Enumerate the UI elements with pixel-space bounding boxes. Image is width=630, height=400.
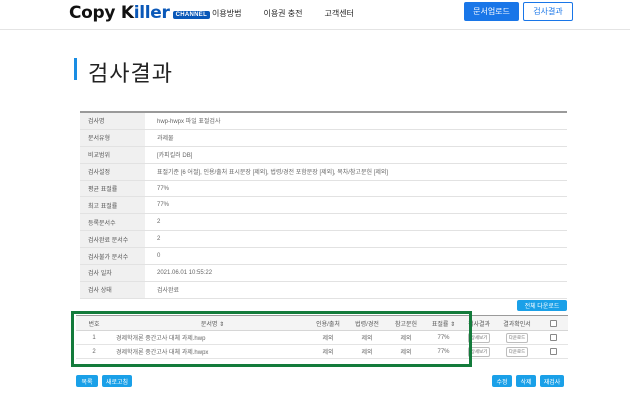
logo-channel-badge: CHANNEL — [172, 11, 211, 19]
info-row: 문서유형 과제물 — [80, 129, 567, 147]
upload-document-button[interactable]: 문서업로드 — [464, 2, 519, 21]
info-value: 77% — [157, 202, 170, 209]
refresh-button[interactable]: 새로고침 — [102, 375, 132, 387]
col-header-confirmation: 결과확인서 — [503, 321, 531, 328]
info-row: 검사 일자 2021.06.01 10:55:22 — [80, 265, 567, 282]
info-label: 검사명 — [80, 113, 145, 129]
info-value: 2 — [157, 219, 161, 226]
info-value: 2021.06.01 10:55:22 — [157, 269, 213, 276]
delete-button[interactable]: 삭제 — [516, 375, 536, 387]
select-all-checkbox[interactable] — [549, 319, 557, 327]
logo-text: Copy Killer — [69, 3, 170, 23]
info-row: 등록문서수 2 — [80, 214, 567, 232]
info-value: 77% — [157, 185, 170, 192]
info-row: 검사완료 문서수 2 — [80, 231, 567, 249]
info-value: 표절기준 [6 어절], 인용/출처 표시문장 [제외], 법령/경전 포함문장… — [157, 170, 389, 177]
info-value: 과제물 — [157, 136, 174, 143]
check-info-table: 검사명 hwp-hwpx 파일 표절검사 문서유형 과제물 비교범위 [카피킬러 DB… — [80, 111, 567, 299]
download-certificate-button[interactable]: 다운로드 — [505, 332, 529, 343]
info-row: 검사 상태 검사완료 — [80, 281, 567, 299]
top-header: Copy Killer CHANNEL 이용방법 이용권 충전 고객센터 문서업… — [0, 0, 630, 30]
select-all-cell — [538, 316, 568, 330]
info-label: 검사불가 문서수 — [80, 248, 145, 265]
info-label: 검사완료 문서수 — [80, 231, 145, 248]
main-nav: 이용방법 이용권 충전 고객센터 — [212, 8, 354, 19]
info-value: 2 — [157, 236, 161, 243]
download-certificate-button[interactable]: 다운로드 — [505, 346, 529, 357]
page-title: 검사결과 — [88, 61, 173, 86]
info-label: 등록문서수 — [80, 214, 145, 231]
row-confirmation-cell: 다운로드 — [496, 331, 538, 344]
info-value: hwp-hwpx 파일 표절검사 — [157, 119, 221, 126]
info-value: [카피킬러 DB] — [157, 153, 193, 160]
info-label: 최고 표절률 — [80, 197, 145, 214]
highlight-box — [71, 311, 472, 367]
nav-charge-ticket[interactable]: 이용권 충전 — [263, 8, 302, 19]
copykiller-logo[interactable]: Copy Killer CHANNEL — [69, 2, 211, 24]
info-row: 검사설정 표절기준 [6 어절], 인용/출처 표시문장 [제외], 법령/경전 … — [80, 163, 567, 181]
row-confirmation-cell: 다운로드 — [496, 345, 538, 358]
info-row: 비교범위 [카피킬러 DB] — [80, 146, 567, 164]
nav-how-to-use[interactable]: 이용방법 — [212, 8, 241, 19]
title-accent-bar — [74, 58, 77, 80]
info-value: 0 — [157, 253, 161, 260]
info-label: 문서유형 — [80, 129, 145, 146]
row-checkbox[interactable] — [549, 334, 557, 341]
info-row: 검사불가 문서수 0 — [80, 248, 567, 266]
list-button[interactable]: 목록 — [76, 375, 98, 387]
row-select-cell — [538, 331, 568, 344]
check-results-button[interactable]: 검사결과 — [523, 2, 573, 21]
row-checkbox[interactable] — [549, 348, 557, 355]
info-row: 최고 표절률 77% — [80, 197, 567, 215]
info-label: 검사설정 — [80, 163, 145, 180]
info-label: 평균 표절률 — [80, 180, 145, 197]
info-row: 검사명 hwp-hwpx 파일 표절검사 — [80, 113, 567, 130]
info-label: 검사 일자 — [80, 265, 145, 281]
info-row: 평균 표절률 77% — [80, 180, 567, 198]
info-value: 검사완료 — [157, 288, 180, 295]
info-label: 비교범위 — [80, 146, 145, 163]
recheck-button[interactable]: 재검사 — [540, 375, 564, 387]
row-select-cell — [538, 345, 568, 358]
info-label: 검사 상태 — [80, 281, 145, 298]
edit-button[interactable]: 수정 — [492, 375, 512, 387]
download-all-button[interactable]: 전체 다운로드 — [517, 300, 567, 311]
nav-customer-center[interactable]: 고객센터 — [324, 8, 353, 19]
